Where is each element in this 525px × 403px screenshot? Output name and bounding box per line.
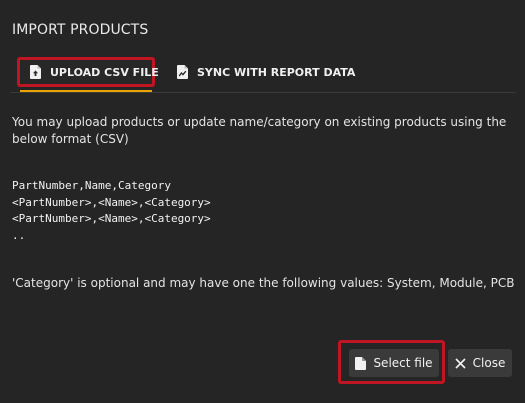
csv-format-line: PartNumber,Name,Category — [12, 179, 171, 192]
dialog-title: IMPORT PRODUCTS — [12, 22, 149, 38]
csv-format-line: <PartNumber>,<Name>,<Category> — [12, 195, 211, 209]
tab-bar-divider — [10, 92, 516, 93]
csv-format-line: .. — [12, 228, 26, 242]
chart-file-icon — [177, 65, 188, 79]
select-file-button[interactable]: Select file — [349, 349, 439, 377]
select-file-label: Select file — [373, 356, 433, 370]
tab-sync-with-report-data-label: SYNC WITH REPORT DATA — [197, 65, 356, 79]
file-upload-icon — [30, 65, 41, 79]
close-button[interactable]: Close — [448, 349, 512, 377]
category-note: 'Category' is optional and may have one … — [12, 276, 515, 290]
upload-description: You may upload products or update name/c… — [12, 115, 507, 146]
tab-upload-csv-file[interactable]: UPLOAD CSV FILE — [17, 57, 159, 87]
close-label: Close — [472, 356, 506, 370]
close-icon — [455, 357, 466, 369]
tab-sync-with-report-data[interactable]: SYNC WITH REPORT DATA — [175, 57, 355, 87]
file-icon — [355, 356, 367, 370]
import-products-dialog: IMPORT PRODUCTS UPLOAD CSV FILE SYNC WIT… — [0, 0, 525, 403]
tab-upload-csv-file-label: UPLOAD CSV FILE — [50, 65, 159, 79]
tab-bar: UPLOAD CSV FILE SYNC WITH REPORT DATA — [10, 52, 516, 93]
csv-format-line: <PartNumber>,<Name>,<Category> — [12, 212, 211, 225]
csv-format-example: PartNumber,Name,Category <PartNumber>,<N… — [12, 178, 211, 244]
